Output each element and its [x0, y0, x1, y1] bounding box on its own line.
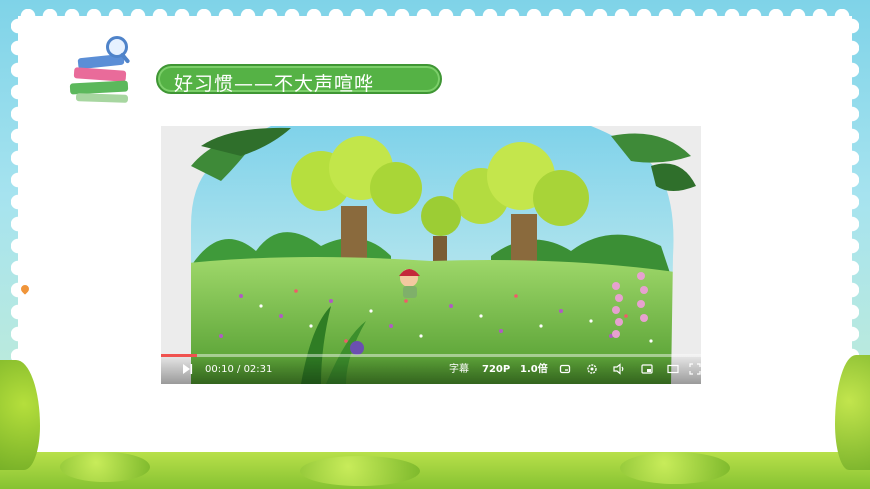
title-banner: 好习惯——不大声喧哗 [156, 64, 442, 95]
picture-in-picture-icon[interactable] [641, 363, 653, 375]
quality-button[interactable]: 720P [482, 364, 510, 376]
fullscreen-icon[interactable] [689, 363, 701, 375]
bush-decoration [60, 452, 150, 482]
books-magnifier-icon [69, 36, 134, 106]
time-separator: / [233, 364, 244, 375]
slide-title: 好习惯——不大声喧哗 [174, 73, 375, 95]
current-time: 00:10 [205, 364, 234, 375]
widescreen-icon[interactable] [667, 363, 679, 375]
speed-button[interactable]: 1.0倍 [520, 364, 548, 376]
volume-icon[interactable] [613, 363, 625, 375]
total-time: 02:31 [243, 364, 273, 375]
bush-decoration [300, 456, 420, 486]
video-frame [161, 126, 701, 384]
video-controls-bar: 00:10 / 02:31 字幕 720P 1.0倍 [161, 354, 701, 384]
loop-icon[interactable] [559, 363, 571, 375]
progress-played [161, 354, 197, 357]
time-display: 00:10 / 02:31 [205, 364, 272, 376]
subtitle-button[interactable]: 字幕 [449, 364, 469, 376]
bush-decoration [620, 452, 730, 484]
progress-bar[interactable] [161, 354, 701, 357]
video-player[interactable]: 00:10 / 02:31 字幕 720P 1.0倍 [161, 126, 701, 384]
settings-icon[interactable] [586, 363, 598, 375]
play-icon[interactable] [181, 363, 193, 375]
